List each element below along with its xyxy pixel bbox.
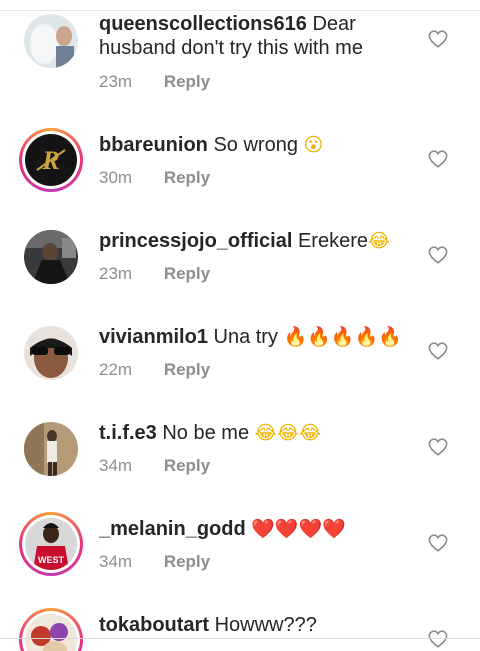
avatar[interactable] — [24, 422, 78, 476]
comment-message: No be me — [162, 422, 250, 444]
reply-button[interactable]: Reply — [164, 552, 210, 571]
comment-row: t.i.f.e3 No be me 😂😂😂 34m Reply — [0, 384, 480, 480]
comment-meta: 22m Reply — [99, 360, 210, 380]
reply-button[interactable]: Reply — [164, 360, 210, 379]
like-heart-icon[interactable] — [428, 342, 448, 360]
comment-username[interactable]: princessjojo_official — [99, 230, 292, 252]
comment-row: R bbareunion So wrong 😮 30m Reply — [0, 96, 480, 192]
reply-button[interactable]: Reply — [164, 456, 210, 475]
comment-emoji: 😂 — [367, 230, 391, 252]
comment-text: bbareunion So wrong 😮 — [99, 133, 419, 157]
svg-text:WEST: WEST — [38, 555, 65, 565]
comment-time: 34m — [99, 552, 133, 571]
avatar[interactable] — [19, 608, 83, 651]
comment-emoji: 😂😂😂 — [254, 422, 322, 444]
reply-button[interactable]: Reply — [164, 72, 210, 91]
avatar[interactable] — [24, 326, 78, 380]
like-heart-icon[interactable] — [428, 30, 448, 48]
like-heart-icon[interactable] — [428, 150, 448, 168]
comment-meta: 23m Reply — [99, 72, 210, 92]
comment-row: WEST _melanin_godd ❤️❤️❤️❤️ 34m Reply — [0, 480, 480, 576]
comment-text: queenscollections616 Dear husband don't … — [99, 12, 419, 60]
avatar[interactable]: R — [19, 128, 83, 192]
reply-button[interactable]: Reply — [164, 168, 210, 187]
comment-meta: 34m Reply — [99, 456, 210, 476]
comment-text: _melanin_godd ❤️❤️❤️❤️ — [99, 517, 419, 541]
avatar[interactable] — [24, 14, 78, 68]
comment-text: tokaboutart Howww??? — [99, 613, 419, 637]
comment-row: princessjojo_official Erekere😂 23m Reply — [0, 192, 480, 288]
comment-username[interactable]: queenscollections616 — [99, 13, 307, 35]
like-heart-icon[interactable] — [428, 438, 448, 456]
comment-emoji: 🔥🔥🔥🔥🔥 — [283, 326, 402, 348]
comment-time: 34m — [99, 456, 133, 475]
comment-username[interactable]: bbareunion — [99, 134, 208, 156]
comment-row: vivianmilo1 Una try 🔥🔥🔥🔥🔥 22m Reply — [0, 288, 480, 384]
comment-username[interactable]: _melanin_godd — [99, 518, 246, 540]
comment-text: princessjojo_official Erekere😂 — [99, 229, 419, 253]
like-heart-icon[interactable] — [428, 246, 448, 264]
comment-message: Una try — [213, 326, 278, 348]
comment-text: vivianmilo1 Una try 🔥🔥🔥🔥🔥 — [99, 325, 419, 349]
comment-message: Erekere — [297, 230, 368, 252]
avatar[interactable] — [24, 230, 78, 284]
reply-button[interactable]: Reply — [164, 264, 210, 283]
comment-message: Howww??? — [214, 614, 317, 636]
comment-row: queenscollections616 Dear husband don't … — [0, 0, 480, 96]
like-heart-icon[interactable] — [428, 534, 448, 552]
comment-meta: 23m Reply — [99, 264, 210, 284]
comment-time: 22m — [99, 360, 133, 379]
comment-username[interactable]: vivianmilo1 — [99, 326, 208, 348]
comment-time: 23m — [99, 72, 133, 91]
comment-row: tokaboutart Howww??? — [0, 576, 480, 651]
comment-time: 30m — [99, 168, 133, 187]
comment-meta: 30m Reply — [99, 168, 210, 188]
comment-username[interactable]: t.i.f.e3 — [99, 422, 157, 444]
comment-time: 23m — [99, 264, 133, 283]
comment-message: So wrong — [213, 134, 298, 156]
bottom-divider — [0, 638, 480, 639]
comment-emoji: ❤️❤️❤️❤️ — [251, 518, 346, 540]
comment-username[interactable]: tokaboutart — [99, 614, 209, 636]
comment-emoji: 😮 — [303, 134, 324, 156]
comment-meta: 34m Reply — [99, 552, 210, 572]
comment-text: t.i.f.e3 No be me 😂😂😂 — [99, 421, 419, 445]
like-heart-icon[interactable] — [428, 630, 448, 648]
avatar[interactable]: WEST — [19, 512, 83, 576]
